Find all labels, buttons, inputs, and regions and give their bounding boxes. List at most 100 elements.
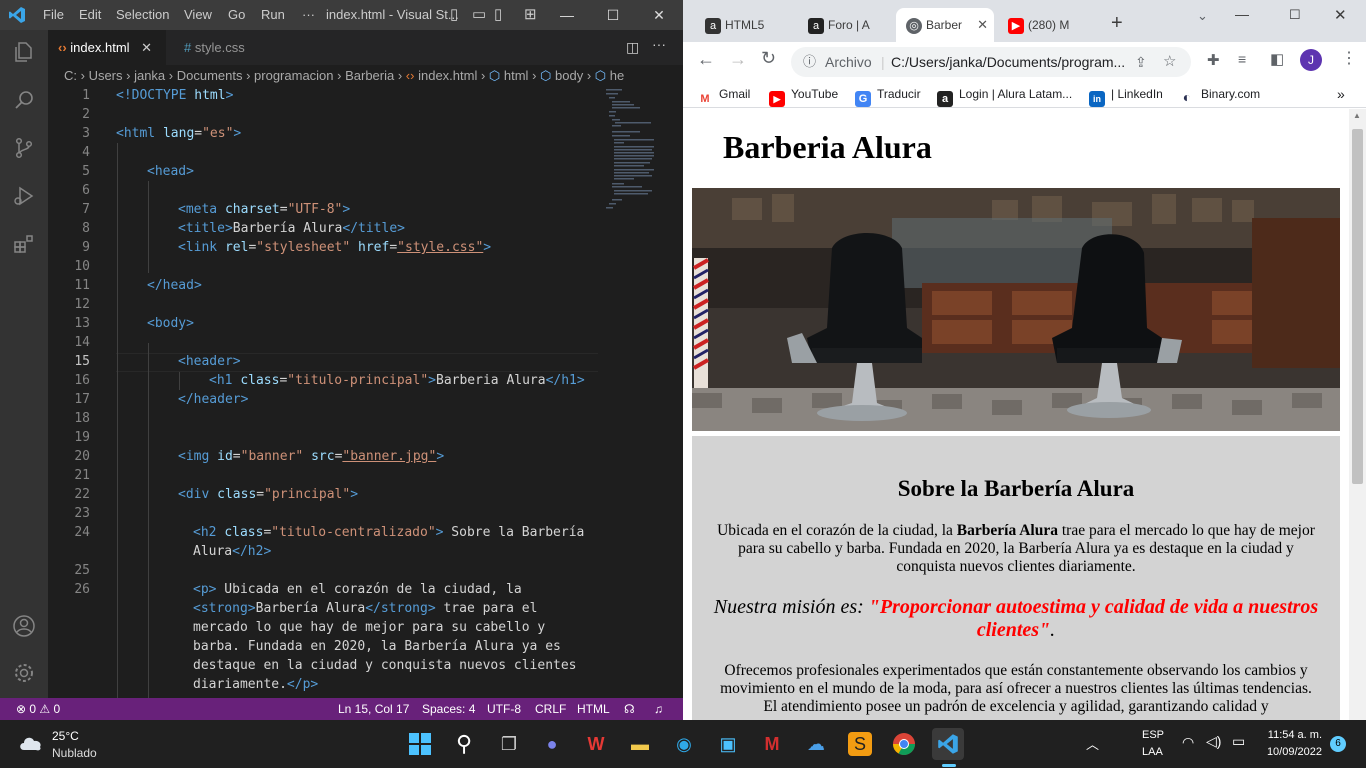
back-arrow-icon[interactable]: ←: [697, 49, 715, 70]
browser-tab[interactable]: a Foro | A: [798, 8, 894, 42]
minimap[interactable]: [604, 87, 674, 227]
feedback-icon[interactable]: ☊: [624, 698, 635, 720]
tab-search-chevron-icon[interactable]: ⌄: [1197, 8, 1208, 24]
microsoft-store-icon[interactable]: ▣: [712, 728, 744, 760]
indentation-indicator[interactable]: Spaces: 4: [422, 698, 475, 720]
encoding-indicator[interactable]: UTF-8: [487, 698, 521, 720]
profile-avatar[interactable]: J: [1300, 49, 1322, 71]
browser-close-button[interactable]: ✕: [1334, 6, 1347, 24]
notification-count-badge[interactable]: 6: [1330, 736, 1346, 752]
code-token[interactable]: "style.css": [397, 240, 483, 255]
search-icon[interactable]: [12, 88, 36, 112]
breadcrumb-item[interactable]: C:: [64, 68, 77, 83]
breadcrumb-item[interactable]: janka: [134, 68, 165, 83]
explorer-icon[interactable]: [12, 40, 36, 64]
browser-tab[interactable]: ▶ (280) M: [998, 8, 1096, 42]
customize-layout-icon[interactable]: ⊞: [524, 5, 537, 23]
address-text[interactable]: C:/Users/janka/Documents/program...: [891, 47, 1125, 77]
breadcrumb-item[interactable]: Barberia: [345, 68, 394, 83]
file-explorer-icon[interactable]: ▬: [624, 728, 656, 760]
task-view-icon[interactable]: ❐: [493, 728, 525, 760]
edge-browser-icon[interactable]: ◉: [668, 728, 700, 760]
problems-indicator[interactable]: ⊗ 0 ⚠ 0: [16, 698, 60, 720]
windows-start-icon[interactable]: [404, 728, 436, 760]
toggle-panel-icon[interactable]: ▭: [472, 5, 486, 23]
menu-go[interactable]: Go: [228, 7, 245, 22]
close-tab-icon[interactable]: ✕: [141, 40, 152, 55]
menu-selection[interactable]: Selection: [116, 7, 169, 22]
reload-icon[interactable]: ↻: [761, 48, 776, 69]
toggle-sidebar-icon[interactable]: ▯: [450, 5, 458, 23]
bookmark-linkedin[interactable]: in | LinkedIn: [1089, 80, 1163, 108]
teams-chat-icon[interactable]: ●: [536, 728, 568, 760]
language-mode[interactable]: HTML: [577, 698, 610, 720]
mcafee-icon[interactable]: M: [756, 728, 788, 760]
wifi-icon[interactable]: ◠: [1182, 734, 1194, 751]
tab-style-css[interactable]: # style.css: [174, 30, 255, 65]
menu-view[interactable]: View: [184, 7, 212, 22]
tab-index-html[interactable]: ‹› index.html ✕: [48, 30, 166, 65]
weather-description[interactable]: Nublado: [52, 746, 97, 760]
source-control-icon[interactable]: [12, 136, 36, 160]
menu-file[interactable]: File: [43, 7, 64, 22]
maximize-button[interactable]: ☐: [590, 0, 636, 30]
close-button[interactable]: ✕: [636, 0, 682, 30]
breadcrumb-item[interactable]: programacion: [254, 68, 334, 83]
browser-tab[interactable]: a HTML5: [695, 8, 793, 42]
chrome-icon[interactable]: [888, 728, 920, 760]
vscode-taskbar-icon[interactable]: [932, 728, 964, 760]
onedrive-icon[interactable]: ☁: [800, 728, 832, 760]
breadcrumb-item[interactable]: Documents: [177, 68, 243, 83]
wps-office-icon[interactable]: W: [580, 728, 612, 760]
split-editor-icon[interactable]: ◫: [626, 39, 639, 56]
menu-run[interactable]: Run: [261, 7, 285, 22]
clock-time[interactable]: 11:54 a. m.: [1262, 729, 1322, 741]
accounts-icon[interactable]: [12, 614, 36, 638]
bookmark-traducir[interactable]: G Traducir: [855, 80, 921, 108]
input-language-code[interactable]: ESP: [1142, 729, 1164, 741]
share-icon[interactable]: ⇪: [1135, 47, 1147, 77]
breadcrumb-item[interactable]: index.html: [418, 68, 477, 83]
more-bookmarks-icon[interactable]: »: [1337, 80, 1345, 108]
bookmark-alura[interactable]: a Login | Alura Latam...: [937, 80, 1072, 108]
browser-tab-active[interactable]: ◎ Barber ✕: [896, 8, 994, 42]
bookmark-star-icon[interactable]: ☆: [1163, 47, 1176, 77]
input-language-layout[interactable]: LAA: [1142, 746, 1163, 758]
bookmark-binary[interactable]: ◐ Binary.com: [1179, 80, 1260, 108]
clock-date[interactable]: 10/09/2022: [1262, 746, 1322, 758]
settings-gear-icon[interactable]: [12, 661, 36, 685]
page-scrollbar[interactable]: ▲: [1349, 109, 1366, 720]
volume-icon[interactable]: ◁): [1206, 733, 1221, 750]
taskbar-search-icon[interactable]: ⚲: [448, 728, 480, 760]
battery-icon[interactable]: ▭: [1232, 733, 1245, 750]
side-panel-icon[interactable]: ◧: [1270, 50, 1284, 68]
address-bar[interactable]: ⓘ Archivo | C:/Users/janka/Documents/pro…: [791, 47, 1191, 77]
media-controls-icon[interactable]: ≡: [1238, 51, 1246, 67]
bookmark-gmail[interactable]: M Gmail: [697, 80, 750, 108]
breadcrumb-item[interactable]: he: [610, 68, 624, 83]
cloud-weather-icon[interactable]: [18, 732, 44, 752]
sublime-text-icon[interactable]: S: [848, 732, 872, 756]
breadcrumb-item[interactable]: body: [555, 68, 583, 83]
scroll-up-arrow-icon[interactable]: ▲: [1353, 111, 1361, 120]
breadcrumb-item[interactable]: html: [504, 68, 529, 83]
info-icon[interactable]: ⓘ: [803, 47, 816, 77]
eol-indicator[interactable]: CRLF: [535, 698, 566, 720]
new-tab-button[interactable]: +: [1111, 12, 1123, 35]
breadcrumb-item[interactable]: Users: [89, 68, 123, 83]
run-debug-icon[interactable]: [12, 184, 36, 208]
code-editor[interactable]: 1 2 3 4 5 6 7 8 9 10 11 12 13 14 15 16 17 18 19 20 21 22 23 24 2…: [48, 87, 683, 698]
browser-maximize-button[interactable]: ☐: [1289, 7, 1301, 23]
bookmark-youtube[interactable]: ▶ YouTube: [769, 80, 838, 108]
weather-temperature[interactable]: 25°C: [52, 729, 79, 743]
scrollbar-thumb[interactable]: [1352, 129, 1363, 484]
browser-menu-icon[interactable]: ⋮: [1341, 48, 1357, 68]
notifications-bell-icon[interactable]: ♫: [654, 698, 663, 720]
minimize-button[interactable]: —: [544, 0, 590, 30]
toggle-secondary-sidebar-icon[interactable]: ▯: [494, 5, 502, 23]
browser-minimize-button[interactable]: —: [1235, 6, 1249, 22]
show-hidden-icons-chevron-icon[interactable]: ︿: [1086, 734, 1099, 753]
code-token[interactable]: "banner.jpg": [342, 449, 436, 464]
menu-more[interactable]: ···: [302, 7, 315, 22]
forward-arrow-icon[interactable]: →: [729, 49, 747, 70]
